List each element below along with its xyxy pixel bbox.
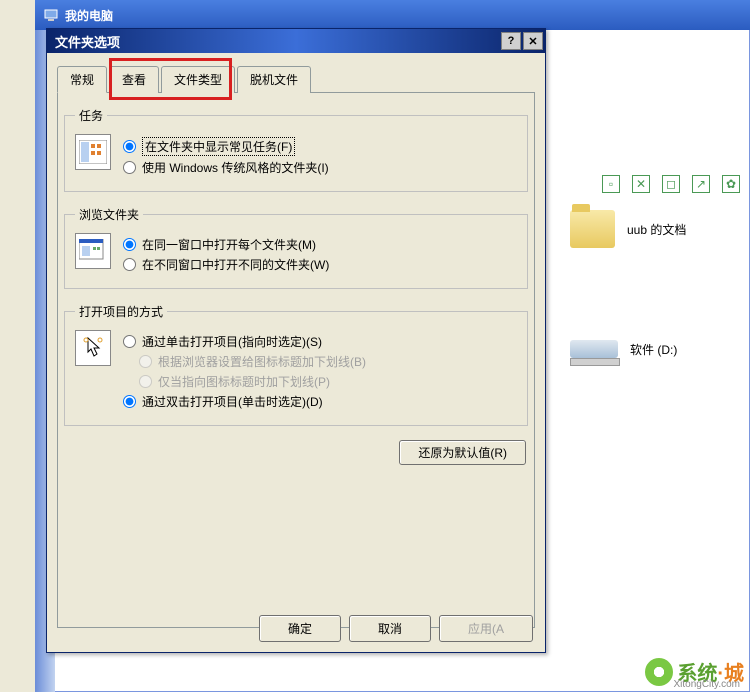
restore-defaults-button[interactable]: 还原为默认值(R) [399,440,526,465]
tab-general[interactable]: 常规 [57,66,107,93]
dialog-title: 文件夹选项 [55,32,120,51]
radio-label: 通过单击打开项目(指向时选定)(S) [142,333,322,350]
radio-label: 在同一窗口中打开每个文件夹(M) [142,236,316,253]
radio-label: 在文件夹中显示常见任务(F) [142,137,295,156]
radio-input [139,355,152,368]
tab-view[interactable]: 查看 [109,66,159,93]
group-tasks-legend: 任务 [75,107,107,124]
radio-click-single[interactable]: 通过单击打开项目(指向时选定)(S) [123,333,517,350]
toolbar-icon-3[interactable]: ◻ [662,175,680,193]
radio-input[interactable] [123,395,136,408]
explorer-titlebar: 我的电脑 [35,0,750,30]
ok-button[interactable]: 确定 [259,615,341,642]
radio-input[interactable] [123,258,136,271]
radio-underline-hover: 仅当指向图标标题时加下划线(P) [139,373,517,390]
radio-input [139,375,152,388]
click-icon [75,330,111,366]
radio-input[interactable] [123,238,136,251]
cancel-button[interactable]: 取消 [349,615,431,642]
group-browse: 浏览文件夹 在同一窗口中打开每个文件夹(M) 在不同窗口中打开不同的文件夹(W) [64,206,528,289]
apply-button: 应用(A [439,615,533,642]
computer-icon [43,7,59,23]
folder-options-dialog: 文件夹选项 ? ✕ 常规 查看 文件类型 脱机文件 任务 在文件夹中显示常见任务… [46,28,546,653]
radio-label: 在不同窗口中打开不同的文件夹(W) [142,256,329,273]
explorer-toolbar: ▫ ✕ ◻ ↗ ✿ [602,175,740,193]
toolbar-icon-2[interactable]: ✕ [632,175,650,193]
file-label: 软件 (D:) [630,341,677,358]
close-button[interactable]: ✕ [523,32,543,50]
radio-tasks-common[interactable]: 在文件夹中显示常见任务(F) [123,137,517,156]
watermark-url: XitongCity.com [673,679,740,690]
radio-input[interactable] [123,161,136,174]
file-item-drive[interactable]: 软件 (D:) [570,340,677,358]
file-item-folder[interactable]: uub 的文档 [570,210,686,248]
radio-underline-browser: 根据浏览器设置给图标标题加下划线(B) [139,353,517,370]
radio-click-double[interactable]: 通过双击打开项目(单击时选定)(D) [123,393,517,410]
radio-browse-new[interactable]: 在不同窗口中打开不同的文件夹(W) [123,256,517,273]
file-label: uub 的文档 [627,221,686,238]
toolbar-icon-1[interactable]: ▫ [602,175,620,193]
watermark-logo-icon [645,658,673,686]
group-browse-legend: 浏览文件夹 [75,206,143,223]
group-click-legend: 打开项目的方式 [75,303,167,320]
tab-offline[interactable]: 脱机文件 [237,66,311,93]
group-click: 打开项目的方式 通过单击打开项目(指向时选定)(S) 根据浏览器设置给图标标题加… [64,303,528,426]
radio-label: 根据浏览器设置给图标标题加下划线(B) [158,353,366,370]
browse-icon [75,233,111,269]
radio-label: 使用 Windows 传统风格的文件夹(I) [142,159,329,176]
dialog-titlebar: 文件夹选项 ? ✕ [47,29,545,53]
tab-bar: 常规 查看 文件类型 脱机文件 [57,65,535,93]
radio-input[interactable] [123,140,136,153]
tasks-icon [75,134,111,170]
tab-content: 任务 在文件夹中显示常见任务(F) 使用 Windows 传统风格的文件夹(I) [57,93,535,628]
radio-label: 仅当指向图标标题时加下划线(P) [158,373,330,390]
toolbar-icon-4[interactable]: ↗ [692,175,710,193]
folder-icon [570,210,615,248]
dialog-button-row: 确定 取消 应用(A [259,615,533,642]
radio-tasks-classic[interactable]: 使用 Windows 传统风格的文件夹(I) [123,159,517,176]
radio-browse-same[interactable]: 在同一窗口中打开每个文件夹(M) [123,236,517,253]
toolbar-icon-5[interactable]: ✿ [722,175,740,193]
help-button[interactable]: ? [501,32,521,50]
drive-icon [570,340,618,358]
radio-label: 通过双击打开项目(单击时选定)(D) [142,393,323,410]
group-tasks: 任务 在文件夹中显示常见任务(F) 使用 Windows 传统风格的文件夹(I) [64,107,528,192]
explorer-title: 我的电脑 [65,7,113,24]
radio-input[interactable] [123,335,136,348]
tab-filetypes[interactable]: 文件类型 [161,66,235,93]
